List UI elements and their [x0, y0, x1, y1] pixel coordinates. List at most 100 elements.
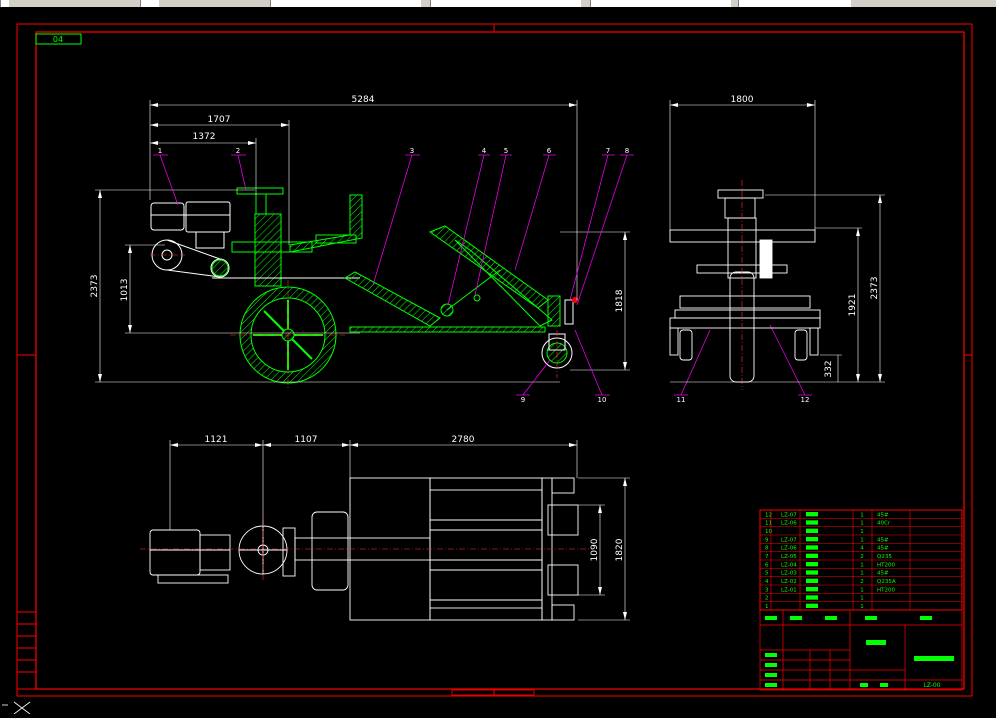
- balloon-12: 12: [801, 396, 810, 404]
- dim-side-width: 1800: [731, 95, 754, 105]
- bom-cell-qty: 4: [860, 546, 864, 552]
- bom-cell-code: LZ-02: [781, 579, 797, 585]
- bom-cell-name: [806, 520, 818, 525]
- bom-cell-material: Q235A: [877, 579, 896, 585]
- side-view-dim-arrows: [670, 103, 882, 382]
- side-view: [669, 180, 821, 390]
- sheet-tag: 04: [53, 35, 63, 44]
- bom-cell-name: [806, 595, 818, 600]
- bom-cell-qty: 1: [860, 512, 864, 518]
- title-block: [759, 609, 963, 691]
- linetype-dropdown[interactable]: [430, 0, 581, 7]
- dim-1107: 1107: [295, 435, 318, 445]
- bom-cell-code: LZ-06: [781, 546, 797, 552]
- bom-cell-no: 2: [765, 596, 769, 602]
- bom-cell-no: 6: [765, 562, 769, 568]
- bom-cell-name: [806, 578, 818, 583]
- dim-2780: 2780: [452, 435, 475, 445]
- toolbar-button[interactable]: [0, 0, 9, 7]
- bom-cell-name: [806, 570, 818, 575]
- front-small-wheel: [541, 333, 573, 369]
- bom-cell-name: [806, 545, 818, 550]
- bom-cell-no: 4: [765, 579, 769, 585]
- bom-cell-qty: 1: [860, 604, 864, 610]
- dim-1921: 1921: [848, 294, 858, 317]
- bom-cell-no: 12: [765, 512, 772, 518]
- bom-cell-no: 10: [765, 529, 772, 535]
- balloon-10: 10: [598, 396, 607, 404]
- bom-cell-qty: 1: [860, 537, 864, 543]
- front-view-dim-arrows: [98, 103, 627, 382]
- bom-cell-qty: 1: [860, 596, 864, 602]
- balloon-5: 5: [504, 147, 508, 155]
- bom-cell-material: 45#: [877, 537, 889, 543]
- balloon-9: 9: [521, 396, 525, 404]
- bom-cell-material: HT200: [877, 562, 895, 568]
- dim-total-length: 5284: [352, 95, 375, 105]
- balloon-1: 1: [158, 147, 162, 155]
- bom-cell-code: LZ-06: [781, 521, 797, 527]
- bom-cell-code: LZ-07: [781, 512, 797, 518]
- balloon-4: 4: [482, 147, 487, 155]
- bom-cell-no: 1: [765, 604, 769, 610]
- bom-cell-qty: 1: [860, 587, 864, 593]
- balloon-6: 6: [547, 147, 552, 155]
- bom-cell-code: LZ-01: [781, 587, 797, 593]
- bom-cell-code: LZ-04: [781, 562, 797, 568]
- bom-cell-qty: 1: [860, 529, 864, 535]
- bom-cell-name: [806, 553, 818, 558]
- bom-cell-no: 7: [765, 554, 769, 560]
- dim-1707: 1707: [208, 115, 231, 125]
- balloon-2: 2: [236, 147, 240, 155]
- bom-cell-material: 45#: [877, 512, 889, 518]
- dim-1013: 1013: [120, 279, 130, 302]
- bom-cell-no: 5: [765, 571, 769, 577]
- left-margin-stamp: [16, 611, 37, 690]
- layer-dropdown[interactable]: [270, 0, 421, 7]
- balloon-8: 8: [625, 147, 629, 155]
- bom-cell-material: HT200: [877, 587, 895, 593]
- bom-cell-qty: 2: [860, 579, 864, 585]
- bom-cell-code: LZ-07: [781, 537, 797, 543]
- dim-1820: 1820: [615, 538, 625, 561]
- dim-1121: 1121: [205, 435, 228, 445]
- bom-cell-qty: 1: [860, 571, 864, 577]
- cad-toolbar-strip: [0, 0, 996, 7]
- lineweight-dropdown[interactable]: [590, 0, 731, 7]
- dim-height: 2373: [90, 275, 100, 298]
- bom-cell-no: 11: [765, 521, 772, 527]
- bom-cell-no: 3: [765, 587, 769, 593]
- bom-cell-material: 45#: [877, 571, 889, 577]
- front-view: [150, 187, 578, 390]
- drawing-number: LZ-00: [923, 682, 940, 689]
- bom-cell-code: LZ-03: [781, 571, 797, 577]
- bom-cell-no: 8: [765, 546, 769, 552]
- plan-view-dimensions: [169, 440, 630, 621]
- plan-view-dim-arrows: [170, 443, 627, 620]
- balloon-11: 11: [677, 396, 686, 404]
- bom-cell-material: 45#: [877, 546, 889, 552]
- bom-cell-name: [806, 587, 818, 592]
- bom-cell-material: Q235: [877, 554, 892, 560]
- bom-cell-qty: 1: [860, 562, 864, 568]
- bill-of-materials: 12 LZ-07 1 45#11 LZ-06 1 40Cr10 19 LZ-07 1 45#8 LZ-…: [759, 509, 963, 611]
- bom-cell-qty: 2: [860, 554, 864, 560]
- toolbar-button[interactable]: [140, 0, 159, 7]
- bom-cell-name: [806, 603, 818, 608]
- bom-cell-material: 40Cr: [877, 521, 891, 527]
- bom-cell-code: LZ-05: [781, 554, 797, 560]
- color-dropdown[interactable]: [738, 0, 851, 7]
- bom-cell-name: [806, 528, 818, 533]
- title-block-glyphs: [765, 616, 954, 687]
- dim-1818: 1818: [615, 289, 625, 312]
- dim-side-height: 2373: [870, 277, 880, 300]
- balloon-3: 3: [410, 147, 414, 155]
- balloon-7: 7: [606, 147, 610, 155]
- dim-332: 332: [824, 360, 834, 377]
- dim-1090: 1090: [590, 538, 600, 561]
- bom-cell-name: [806, 537, 818, 542]
- drawing-canvas[interactable]: 04 5284 1707 1372 2373 1013 1818 1 2 3 4…: [0, 7, 996, 715]
- bom-cell-name: [806, 562, 818, 567]
- dim-1372: 1372: [193, 132, 216, 142]
- ucs-icon: [2, 701, 31, 715]
